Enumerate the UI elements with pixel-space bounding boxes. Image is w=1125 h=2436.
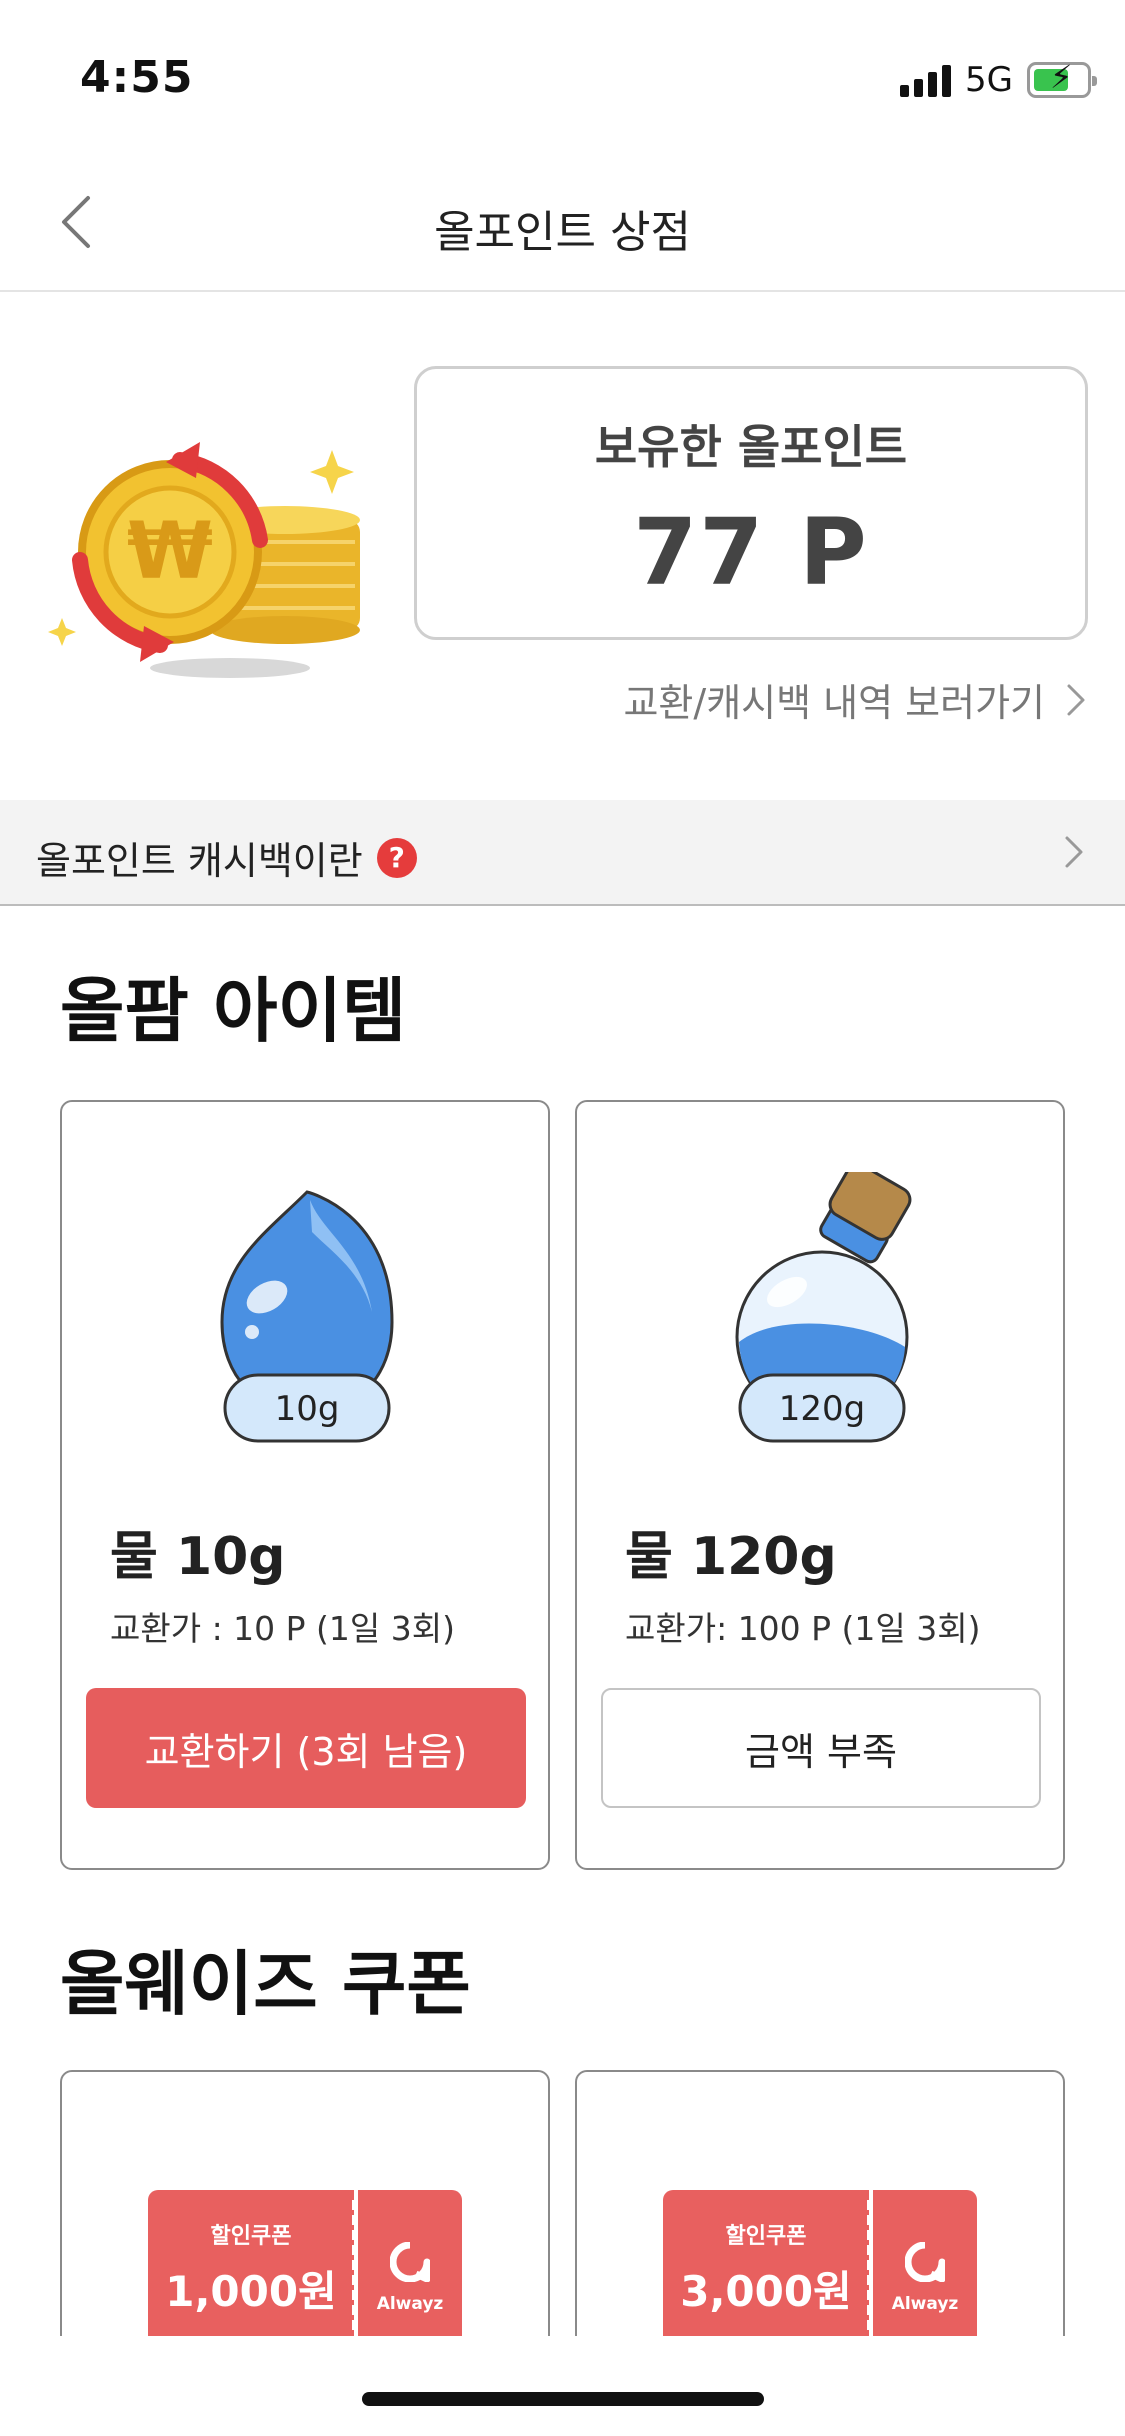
history-link[interactable]: 교환/캐시백 내역 보러가기 <box>623 672 1087 727</box>
chevron-right-icon <box>1065 836 1083 868</box>
exchange-button[interactable]: 교환하기 (3회 남음) <box>86 1688 526 1808</box>
coupons-section-title: 올웨이즈 쿠폰 <box>60 1943 471 2025</box>
coin-exchange-icon: ₩ <box>48 442 360 678</box>
status-indicators: 5G ⚡ <box>900 60 1097 100</box>
item-name: 물 120g <box>625 1527 837 1587</box>
coupon-ticket: 할인쿠폰 1,000원 Alwayz <box>148 2190 462 2340</box>
item-card: 10g 물 10g 교환가 : 10 P (1일 3회) 교환하기 (3회 남음… <box>60 1100 550 1870</box>
item-price: 교환가 : 10 P (1일 3회) <box>110 1609 455 1648</box>
coupon-label: 할인쿠폰 <box>725 2224 807 2249</box>
alwayz-logo-icon <box>390 2242 430 2282</box>
items-section-title: 올팜 아이템 <box>60 970 407 1052</box>
coupon-amount: 1,000원 <box>165 2267 337 2316</box>
coupon-main: 할인쿠폰 3,000원 <box>663 2190 869 2340</box>
item-price: 교환가: 100 P (1일 3회) <box>625 1609 981 1648</box>
cashback-info-label: 올포인트 캐시백이란 <box>36 839 363 883</box>
alwayz-logo-icon <box>905 2242 945 2282</box>
coupon-main: 할인쿠폰 1,000원 <box>148 2190 354 2340</box>
points-label: 보유한 올포인트 <box>594 420 908 474</box>
coupon-divider <box>352 2200 357 2330</box>
item-badge: 10g <box>275 1389 340 1429</box>
coupon-ticket: 할인쿠폰 3,000원 Alwayz <box>663 2190 977 2340</box>
insufficient-points-button[interactable]: 금액 부족 <box>601 1688 1041 1808</box>
water-drop-icon: 10g <box>220 1190 394 1443</box>
item-card: 120g 물 120g 교환가: 100 P (1일 3회) 금액 부족 <box>575 1100 1065 1870</box>
page-title: 올포인트 상점 <box>434 207 691 258</box>
item-name: 물 10g <box>110 1527 286 1587</box>
water-bottle-icon: 120g <box>735 1172 912 1443</box>
home-indicator[interactable] <box>362 2392 764 2406</box>
history-link-label: 교환/캐시백 내역 보러가기 <box>623 681 1045 725</box>
coupon-brand: Alwayz <box>891 2294 959 2314</box>
status-time: 4:55 <box>80 52 194 103</box>
chevron-right-icon <box>1067 684 1085 715</box>
coupon-stub: Alwayz <box>873 2190 977 2340</box>
cashback-info-row: 올포인트 캐시백이란 ? <box>36 830 417 885</box>
battery-icon: ⚡ <box>1027 61 1097 98</box>
coupon-brand: Alwayz <box>376 2294 444 2314</box>
svg-text:₩: ₩ <box>127 507 213 597</box>
bottom-safe-area <box>0 2336 1125 2436</box>
status-bar: 4:55 5G ⚡ <box>0 0 1125 150</box>
signal-icon <box>900 63 952 97</box>
coupon-amount: 3,000원 <box>680 2267 852 2316</box>
coupon-label: 할인쿠폰 <box>210 2224 292 2249</box>
help-icon: ? <box>376 837 417 878</box>
item-badge: 120g <box>779 1389 865 1429</box>
points-balance-card: 보유한 올포인트 77 P <box>414 366 1088 640</box>
cashback-info-bar[interactable]: 올포인트 캐시백이란 ? <box>0 800 1125 906</box>
network-type: 5G <box>965 60 1013 100</box>
coupon-divider <box>867 2200 872 2330</box>
nav-header: 올포인트 상점 <box>0 150 1125 292</box>
points-value: 77 P <box>633 499 869 606</box>
coupon-stub: Alwayz <box>358 2190 462 2340</box>
